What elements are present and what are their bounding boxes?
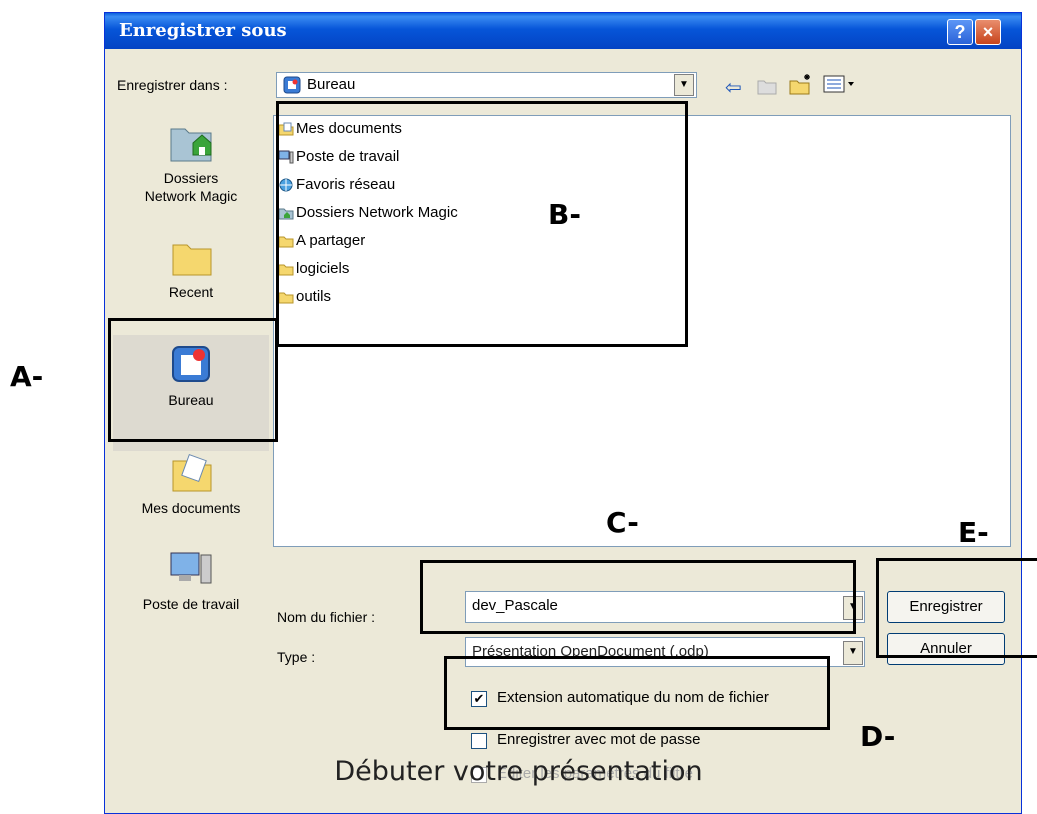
annotation-box-b	[276, 101, 688, 347]
help-button[interactable]: ?	[947, 19, 973, 45]
places-bar: Dossiers Network Magic Recent Bureau Mes…	[113, 111, 269, 803]
password-label: Enregistrer avec mot de passe	[497, 731, 701, 748]
computer-icon	[167, 547, 215, 591]
new-folder-icon[interactable]	[789, 73, 813, 100]
annotation-box-a	[108, 318, 278, 442]
annotation-box-d	[444, 656, 830, 730]
place-network-magic[interactable]: Dossiers Network Magic	[113, 121, 269, 205]
folder-icon	[167, 235, 215, 279]
back-icon[interactable]: ⇦	[725, 75, 742, 100]
filename-label: Nom du fichier :	[277, 609, 376, 625]
annotation-box-c	[420, 560, 856, 634]
annotation-label-a: A-	[10, 360, 44, 393]
place-recent[interactable]: Recent	[113, 235, 269, 301]
place-computer[interactable]: Poste de travail	[113, 547, 269, 613]
save-in-label: Enregistrer dans :	[117, 77, 228, 93]
up-folder-icon[interactable]	[757, 77, 777, 100]
place-my-documents[interactable]: Mes documents	[113, 451, 269, 517]
dialog-title: Enregistrer sous	[119, 20, 287, 41]
close-button[interactable]: ×	[975, 19, 1001, 45]
place-recent-label: Recent	[168, 284, 214, 300]
place-my-documents-label: Mes documents	[141, 500, 241, 516]
desktop-icon	[283, 76, 301, 94]
network-magic-folder-icon	[167, 121, 215, 165]
annotation-label-b: B-	[548, 198, 581, 231]
password-checkbox[interactable]	[471, 733, 487, 749]
save-in-value: Bureau	[307, 76, 356, 93]
filetype-dropdown-icon[interactable]: ▼	[843, 641, 863, 665]
save-in-combo[interactable]: Bureau ▼	[276, 72, 697, 98]
my-documents-icon	[167, 451, 215, 495]
annotation-label-d: D-	[860, 720, 896, 753]
view-menu-icon[interactable]	[823, 75, 857, 98]
title-bar[interactable]: Enregistrer sous ? ×	[105, 13, 1021, 49]
annotation-box-e	[876, 558, 1037, 658]
slide-caption: Débuter votre présentation	[334, 756, 703, 787]
filetype-label: Type :	[277, 649, 316, 665]
chevron-down-icon[interactable]: ▼	[674, 74, 694, 96]
place-network-magic-label: Dossiers Network Magic	[144, 170, 238, 204]
annotation-label-c: C-	[606, 506, 639, 539]
place-computer-label: Poste de travail	[142, 596, 240, 612]
annotation-label-e: E-	[958, 516, 989, 549]
